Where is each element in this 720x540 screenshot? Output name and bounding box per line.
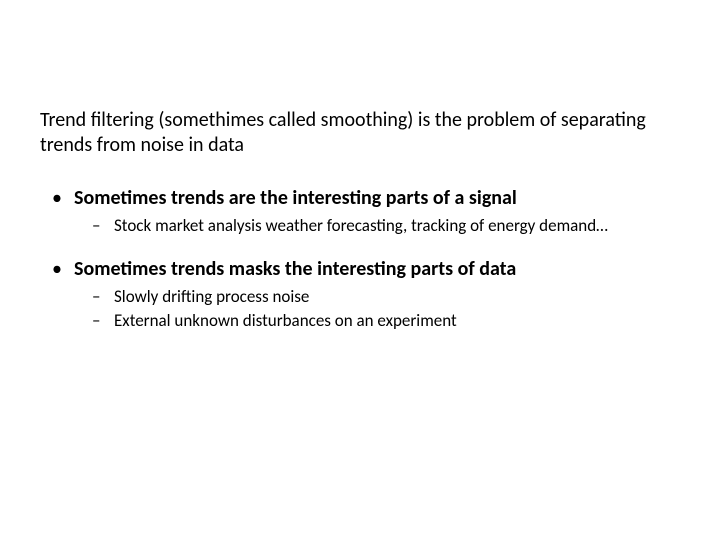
sub-list-item: Stock market analysis weather forecastin… xyxy=(74,215,680,237)
list-item: Sometimes trends are the interesting par… xyxy=(40,186,680,237)
list-item: Sometimes trends masks the interesting p… xyxy=(40,257,680,332)
sub-list-item: External unknown disturbances on an expe… xyxy=(74,310,680,332)
intro-text: Trend filtering (somethimes called smoot… xyxy=(40,108,680,158)
bullet-text: Sometimes trends are the interesting par… xyxy=(74,186,517,210)
slide: Trend filtering (somethimes called smoot… xyxy=(0,0,720,540)
sub-list: Slowly drifting process noise External u… xyxy=(74,286,680,332)
bullet-text: Sometimes trends masks the interesting p… xyxy=(74,257,516,281)
sub-list-item: Slowly drifting process noise xyxy=(74,286,680,308)
bullet-list: Sometimes trends are the interesting par… xyxy=(40,186,680,332)
sub-list: Stock market analysis weather forecastin… xyxy=(74,215,680,237)
